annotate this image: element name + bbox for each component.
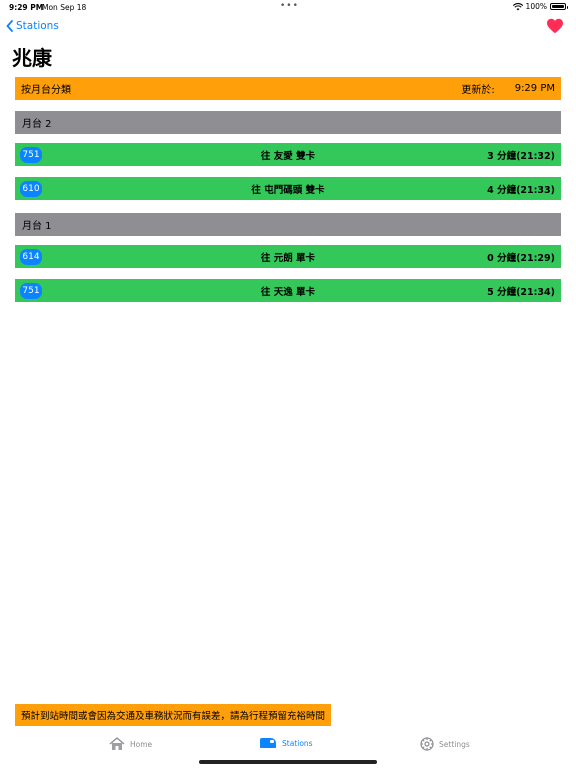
updated-time: 9:29 PM [514,83,555,94]
train-row[interactable]: 751 往 友愛 雙卡 3 分鐘(21:32) [15,143,561,166]
train-destination: 往 屯門碼頭 雙卡 [15,182,561,196]
car-count: 雙卡 [305,184,325,196]
destination-name: 往 友愛 [260,150,293,162]
sort-label[interactable]: 按月台分類 [21,81,71,96]
route-badge: 614 [20,248,42,265]
arrival-header-bar: 按月台分類 更新於: 9:29 PM [15,77,561,100]
tab-settings-label: Settings [439,739,470,749]
favorite-button[interactable] [546,18,564,38]
navigation-bar: Stations [0,18,576,40]
tab-home[interactable]: Home [109,737,152,751]
tab-stations[interactable]: Stations [259,737,313,749]
status-indicators: 100% [512,2,568,11]
back-button-label: Stations [16,20,59,32]
multitasking-dots-icon[interactable]: ••• [280,1,299,11]
train-destination: 往 天逸 單卡 [15,284,561,298]
status-bar: 9:29 PM Mon Sep 18 ••• 100% [0,0,576,14]
tab-home-label: Home [130,739,153,749]
destination-name: 往 屯門碼頭 [251,184,303,196]
train-eta: 3 分鐘(21:32) [487,150,555,162]
disclaimer-notice: 預計到站時間或會因為交通及車務狀況而有誤差，請為行程預留充裕時間 [15,704,332,726]
house-icon [109,737,125,750]
platform-header: 月台 1 [15,213,561,236]
heart-icon [547,18,563,34]
train-eta: 5 分鐘(21:34) [487,286,555,298]
car-count: 雙卡 [296,150,316,162]
route-badge: 751 [20,282,42,299]
battery-level [552,5,564,8]
car-count: 單卡 [296,252,316,264]
car-count: 單卡 [296,286,316,298]
updated-label: 更新於: [461,85,495,96]
tram-icon [260,738,276,748]
home-indicator[interactable] [199,760,377,764]
destination-name: 往 天逸 [260,286,293,298]
tab-settings[interactable]: Settings [420,737,470,751]
route-badge: 610 [20,180,42,197]
chevron-left-icon [6,20,13,32]
gear-icon [420,737,434,751]
train-row[interactable]: 610 往 屯門碼頭 雙卡 4 分鐘(21:33) [15,177,561,200]
route-badge: 751 [20,146,42,163]
page-title: 兆康 [12,46,52,70]
destination-name: 往 元朗 [260,252,293,264]
train-destination: 往 元朗 單卡 [15,250,561,264]
back-button[interactable]: Stations [6,20,59,32]
train-row[interactable]: 751 往 天逸 單卡 5 分鐘(21:34) [15,279,561,302]
status-time: 9:29 PM [9,3,44,12]
platform-header: 月台 2 [15,111,561,134]
train-eta: 0 分鐘(21:29) [487,252,555,264]
status-date: Mon Sep 18 [42,3,87,12]
train-row[interactable]: 614 往 元朗 單卡 0 分鐘(21:29) [15,245,561,268]
tab-bar: Home Stations Settings [0,734,576,758]
battery-percent: 100% [525,2,547,11]
battery-icon [550,3,568,10]
tab-stations-label: Stations [282,738,313,748]
train-destination: 往 友愛 雙卡 [15,148,561,162]
wifi-icon [512,2,523,10]
train-eta: 4 分鐘(21:33) [487,184,555,196]
